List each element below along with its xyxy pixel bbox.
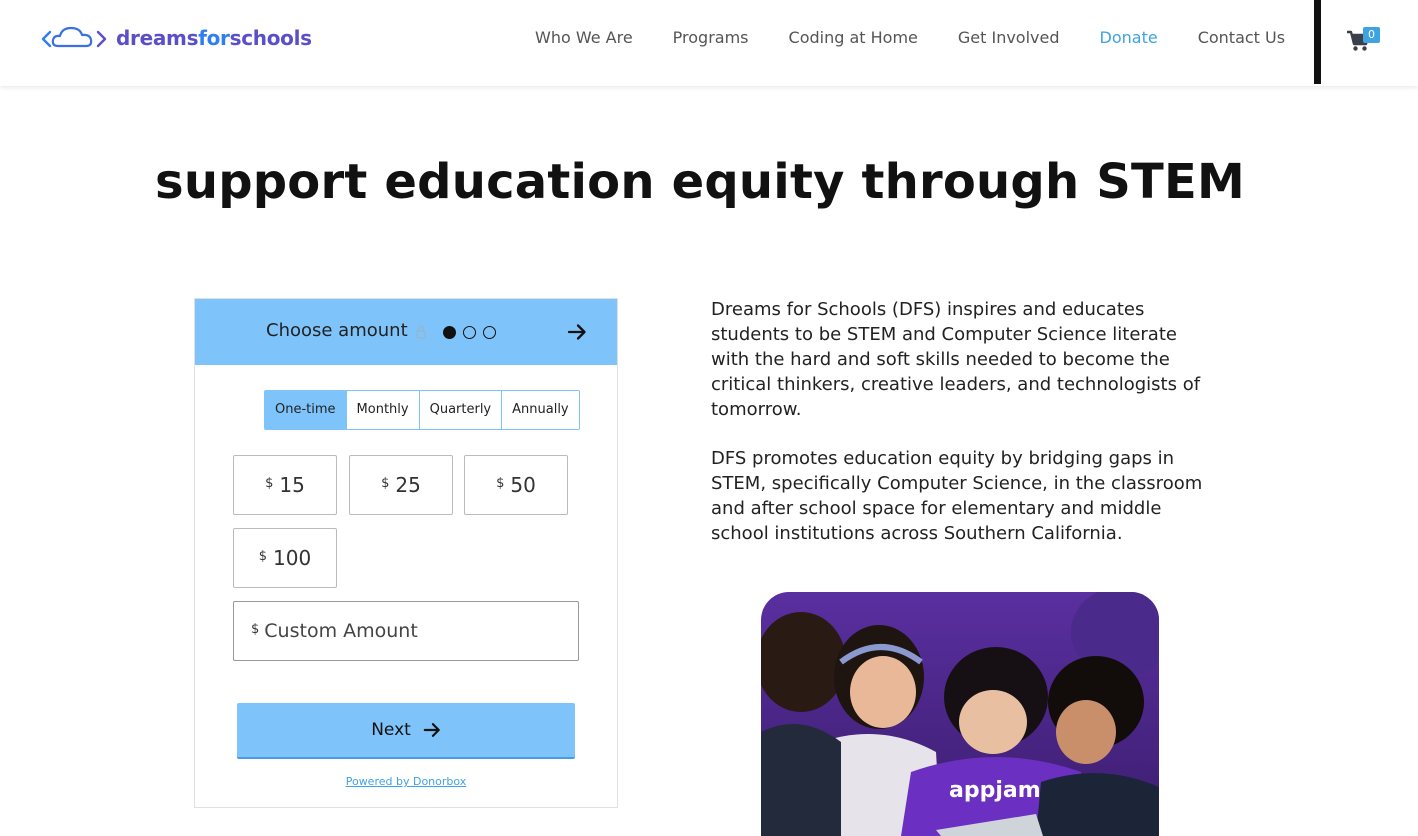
donation-widget: Choose amount One-time Monthly Quarterly… — [194, 298, 618, 808]
step-dot — [483, 326, 496, 339]
freq-monthly[interactable]: Monthly — [346, 391, 420, 429]
lock-icon — [416, 325, 426, 339]
header-divider — [1314, 0, 1321, 84]
custom-amount-field: $ — [233, 601, 579, 661]
students-photo: appjam — [761, 592, 1159, 836]
equity-paragraph: DFS promotes education equity by bridgin… — [711, 448, 1203, 544]
widget-title: Choose amount — [266, 320, 408, 341]
intro-paragraph: Dreams for Schools (DFS) inspires and ed… — [711, 299, 1201, 420]
arrow-right-icon — [423, 723, 440, 737]
amount-value: 25 — [395, 473, 421, 497]
shirt-text: appjam — [949, 778, 1041, 803]
logo-wordmark: dreamsforschools — [116, 26, 312, 50]
currency-symbol: $ — [496, 475, 505, 491]
nav-coding-at-home[interactable]: Coding at Home — [789, 27, 918, 49]
freq-annually[interactable]: Annually — [502, 391, 579, 429]
students-illustration: appjam — [761, 592, 1159, 836]
step-indicator — [443, 326, 496, 339]
step-dot-active — [443, 326, 456, 339]
arrow-right-icon[interactable] — [567, 322, 587, 342]
main-nav: Who We Are Programs Coding at Home Get I… — [535, 27, 1285, 49]
amount-option[interactable]: $ 100 — [233, 528, 337, 588]
widget-header: Choose amount — [195, 299, 617, 365]
site-header: dreamsforschools Who We Are Programs Cod… — [0, 0, 1418, 86]
currency-symbol: $ — [265, 475, 274, 491]
site-logo[interactable]: dreamsforschools — [40, 22, 312, 54]
nav-donate[interactable]: Donate — [1100, 27, 1158, 49]
amount-value: 50 — [510, 473, 536, 497]
nav-contact-us[interactable]: Contact Us — [1198, 27, 1285, 49]
next-button[interactable]: Next — [237, 703, 575, 759]
currency-symbol: $ — [381, 475, 390, 491]
nav-get-involved[interactable]: Get Involved — [958, 27, 1060, 49]
custom-amount-input[interactable] — [264, 620, 555, 642]
amount-option[interactable]: $ 50 — [464, 455, 568, 515]
nav-who-we-are[interactable]: Who We Are — [535, 27, 633, 49]
frequency-selector: One-time Monthly Quarterly Annually — [264, 390, 580, 430]
amount-option[interactable]: $ 15 — [233, 455, 337, 515]
freq-one-time[interactable]: One-time — [265, 391, 347, 429]
next-button-label: Next — [371, 720, 411, 740]
amount-value: 15 — [279, 473, 305, 497]
powered-by-link[interactable]: Powered by Donorbox — [195, 775, 617, 788]
nav-programs[interactable]: Programs — [673, 27, 749, 49]
amount-value: 100 — [273, 546, 312, 570]
currency-symbol: $ — [258, 548, 268, 564]
freq-quarterly[interactable]: Quarterly — [419, 391, 503, 429]
amount-option[interactable]: $ 25 — [349, 455, 453, 515]
cart-count-badge: 0 — [1363, 27, 1380, 43]
currency-symbol: $ — [251, 621, 260, 637]
cloud-code-icon — [41, 26, 107, 48]
page-title: support education equity through STEM — [155, 154, 1245, 210]
step-dot — [463, 326, 476, 339]
